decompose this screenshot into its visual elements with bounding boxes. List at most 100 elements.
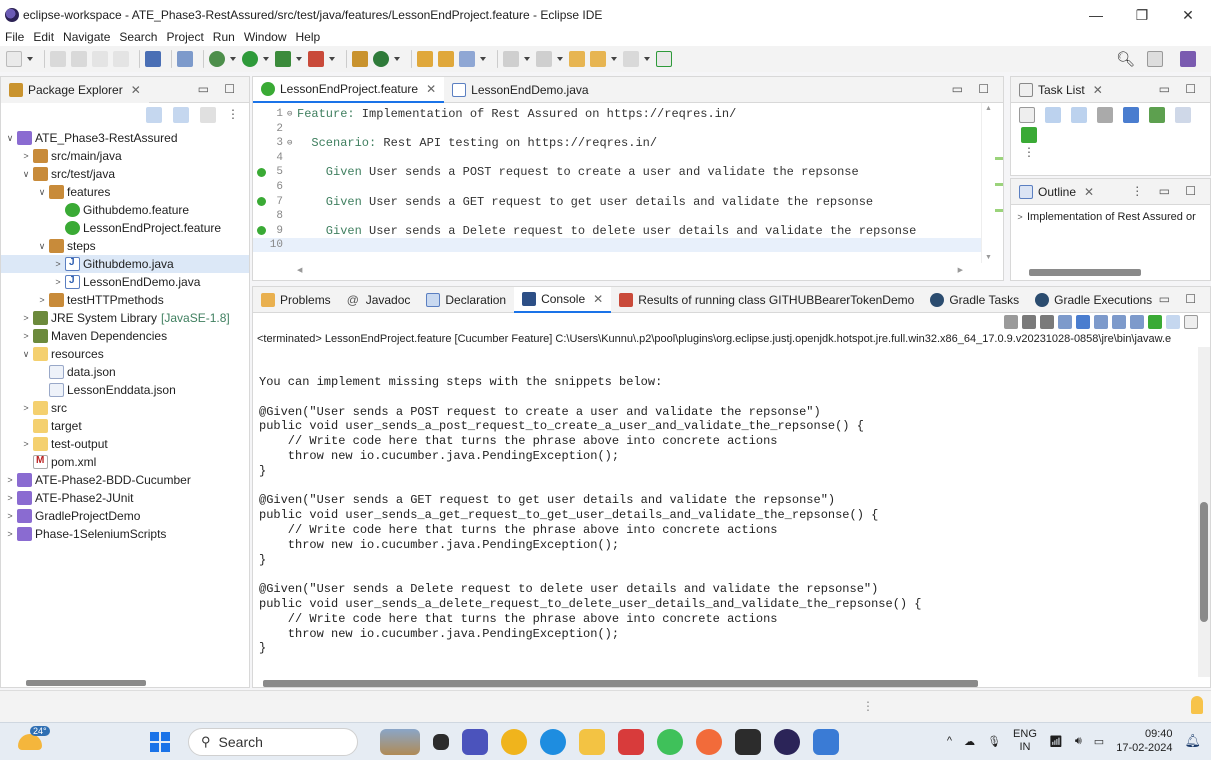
remove-launch-icon[interactable] [1022,315,1036,329]
code-line[interactable]: 7 Given User sends a GET request to get … [253,195,983,209]
code-line[interactable]: 8 [253,209,983,223]
code-line[interactable]: 1 ⊖ Feature: Implementation of Rest Assure… [253,107,983,121]
view-minmax-icons[interactable]: ▭ ☐ [1159,82,1202,96]
code-line[interactable]: 10 [253,238,983,253]
last-edit-icon[interactable] [569,51,585,67]
collapse-all-icon[interactable] [1123,107,1139,123]
teams-icon[interactable] [462,729,488,755]
view-minmax-icons[interactable]: ▭ ☐ [198,82,241,96]
menu-window[interactable]: Window [244,30,287,44]
skip-breakpoints-icon[interactable] [177,51,193,67]
package-explorer-hscroll-thumb[interactable] [26,680,146,686]
tab-lessonendproject-feature[interactable]: LessonEndProject.feature ✕ [253,76,445,103]
menu-run[interactable]: Run [213,30,235,44]
tree-item[interactable]: ∨ ATE_Phase3-RestAssured [1,129,249,147]
close-button[interactable]: ✕ [1165,0,1211,30]
chevron-right-icon[interactable]: > [53,277,63,287]
chevron-right-icon[interactable]: > [5,493,15,503]
close-icon[interactable]: ✕ [593,292,603,306]
tree-item[interactable]: ∨ features [1,183,249,201]
code-line[interactable]: 6 [253,180,983,194]
scroll-lock-icon[interactable] [1076,315,1090,329]
external-tools-icon[interactable] [308,51,324,67]
tree-item[interactable]: Githubdemo.feature [1,201,249,219]
ruler-mark[interactable] [995,157,1003,160]
widgets-icon[interactable] [380,729,420,755]
chevron-right-icon[interactable]: > [53,259,63,269]
chrome-icon[interactable] [501,729,527,755]
tree-item[interactable]: > ATE-Phase2-BDD-Cucumber [1,471,249,489]
chevron-down-icon[interactable] [480,51,486,67]
scroll-up-icon[interactable]: ▲ [985,105,992,112]
undo-icon[interactable] [92,51,108,67]
tree-item[interactable]: > LessonEndDemo.java [1,273,249,291]
show-on-error-icon[interactable] [1130,315,1144,329]
view-minmax-icons[interactable]: ⋮ ▭ ☐ [1131,184,1202,198]
view-minmax-icons[interactable]: ▭ ☐ [952,82,995,96]
fold-toggle-icon[interactable]: ⊖ [287,109,297,119]
terminate-icon[interactable] [1004,315,1018,329]
scheduled-icon[interactable] [1071,107,1087,123]
chevron-down-icon[interactable] [230,51,236,67]
scroll-left-icon[interactable]: ◀ [297,266,302,274]
new-class-icon[interactable] [373,51,389,67]
chevron-down-icon[interactable] [394,51,400,67]
outline-hscroll-thumb[interactable] [1029,269,1141,276]
language-indicator[interactable]: ENG IN [1013,728,1037,754]
chevron-down-icon[interactable]: ∨ [37,187,47,198]
tree-item[interactable]: > JRE System Library [JavaSE-1.8] [1,309,249,327]
weather-widget[interactable]: 24° [18,726,50,756]
display-console-icon[interactable] [1166,315,1180,329]
cloud-icon[interactable]: ☁ [964,735,975,748]
open-console-icon[interactable] [1184,315,1198,329]
next-annotation-icon[interactable] [503,51,519,67]
show-on-output-icon[interactable] [1112,315,1126,329]
code-line[interactable]: 4 [253,151,983,165]
tab-junit-results[interactable]: Results of running class GITHUBBearerTok… [611,287,922,313]
chevron-right-icon[interactable]: > [21,313,31,323]
remove-all-icon[interactable] [1040,315,1054,329]
search-icon[interactable] [459,51,475,67]
chevron-down-icon[interactable] [329,51,335,67]
tree-item[interactable]: pom.xml [1,453,249,471]
categorized-icon[interactable] [1045,107,1061,123]
menu-navigate[interactable]: Navigate [63,30,110,44]
tab-gradle-executions[interactable]: Gradle Executions [1027,287,1160,313]
save-icon[interactable] [50,51,66,67]
chevron-down-icon[interactable]: ∨ [21,169,31,180]
new-java-package-icon[interactable] [352,51,368,67]
editor-vertical-scrollbar[interactable]: ▲ ▼ [981,103,993,263]
forward-icon[interactable] [623,51,639,67]
tree-item[interactable]: ∨ steps [1,237,249,255]
pin-console-icon[interactable] [1148,315,1162,329]
chevron-down-icon[interactable] [27,51,33,67]
open-type-icon[interactable] [417,51,433,67]
clear-console-icon[interactable] [1058,315,1072,329]
close-icon[interactable]: ✕ [131,83,141,97]
clock[interactable]: 09:40 17-02-2024 [1116,727,1172,755]
new-icon[interactable] [6,51,22,67]
word-wrap-icon[interactable] [1094,315,1108,329]
coverage-icon[interactable] [275,51,291,67]
chevron-down-icon[interactable] [296,51,302,67]
tree-item[interactable]: > src [1,399,249,417]
view-minmax-icons[interactable]: ▭ ☐ [1159,292,1202,306]
fold-toggle-icon[interactable]: ⊖ [287,138,297,148]
mic-muted-icon[interactable]: 🎙︎ [987,735,1001,748]
chevron-right-icon[interactable]: > [21,439,31,449]
chevron-down-icon[interactable] [611,51,617,67]
chevron-down-icon[interactable] [644,51,650,67]
scroll-right-icon[interactable]: ▶ [958,266,963,274]
tree-item[interactable]: > src/main/java [1,147,249,165]
chevron-right-icon[interactable]: > [21,403,31,413]
tree-item[interactable]: > Githubdemo.java [1,255,249,273]
tab-lessonenddemo-java[interactable]: LessonEndDemo.java [444,77,596,103]
notification-bell-icon[interactable]: 🔔︎ [1184,733,1201,749]
chevron-down-icon[interactable] [524,51,530,67]
tree-item[interactable]: ∨ resources [1,345,249,363]
menu-project[interactable]: Project [166,30,203,44]
console-hscroll-thumb[interactable] [263,680,978,687]
tree-item[interactable]: > ATE-Phase2-JUnit [1,489,249,507]
battery-icon[interactable]: ▭ [1094,735,1104,748]
tab-gradle-tasks[interactable]: Gradle Tasks [922,287,1027,313]
